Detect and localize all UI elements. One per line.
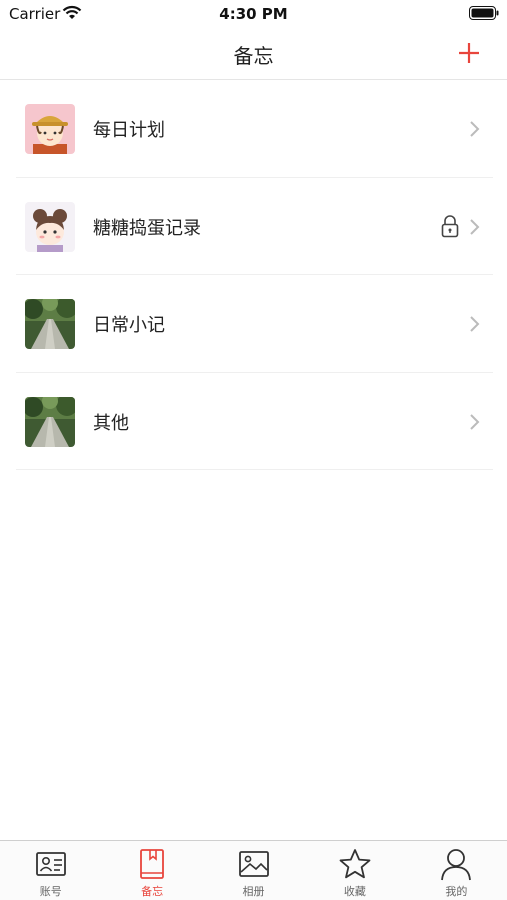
status-time: 4:30 PM xyxy=(219,5,288,23)
tab-memo[interactable]: 备忘 xyxy=(101,841,202,900)
navigation-bar: 备忘 xyxy=(0,28,507,80)
page-title: 备忘 xyxy=(233,44,274,68)
forest-path-photo xyxy=(25,299,75,349)
cartoon-girl-hat-avatar xyxy=(25,104,75,154)
tab-mine[interactable]: 我的 xyxy=(406,841,507,900)
chevron-right-icon xyxy=(470,121,480,137)
lock-icon xyxy=(441,214,459,237)
tab-album[interactable]: 相册 xyxy=(203,841,304,900)
person-icon xyxy=(441,849,472,881)
tab-favorites[interactable]: 收藏 xyxy=(304,841,405,900)
list-item[interactable]: 每日计划 xyxy=(16,80,493,178)
star-icon xyxy=(339,849,371,879)
status-bar: Carrier 4:30 PM xyxy=(0,0,507,28)
list-item-label: 糖糖捣蛋记录 xyxy=(93,217,201,239)
tab-account[interactable]: 账号 xyxy=(0,841,101,900)
add-button[interactable] xyxy=(457,41,481,65)
forest-path-photo xyxy=(25,396,75,447)
cartoon-child-avatar xyxy=(25,201,75,252)
tab-label: 我的 xyxy=(445,885,468,898)
list-item-label: 日常小记 xyxy=(93,315,165,336)
list-item[interactable]: 日常小记 xyxy=(16,275,493,373)
chevron-right-icon xyxy=(470,218,480,235)
list-item[interactable]: 其他 xyxy=(16,373,493,470)
list-item[interactable]: 糖糖捣蛋记录 xyxy=(16,178,493,275)
list-item-label: 每日计划 xyxy=(93,120,165,141)
tab-bar: 账号 备忘 相册 收藏 我的 xyxy=(0,840,507,900)
tab-label: 收藏 xyxy=(343,885,366,898)
chevron-right-icon xyxy=(470,413,480,430)
battery-icon xyxy=(469,6,499,20)
tab-label: 账号 xyxy=(39,885,62,898)
memo-list: 每日计划 糖糖捣蛋记录 日常小记 其他 xyxy=(16,80,493,470)
plus-icon xyxy=(459,43,479,63)
id-card-icon xyxy=(35,852,66,876)
notebook-icon xyxy=(140,849,165,879)
chevron-right-icon xyxy=(470,316,480,332)
list-item-label: 其他 xyxy=(93,412,129,434)
tab-label: 相册 xyxy=(242,885,265,898)
tab-label: 备忘 xyxy=(141,885,164,898)
photo-icon xyxy=(238,851,269,877)
